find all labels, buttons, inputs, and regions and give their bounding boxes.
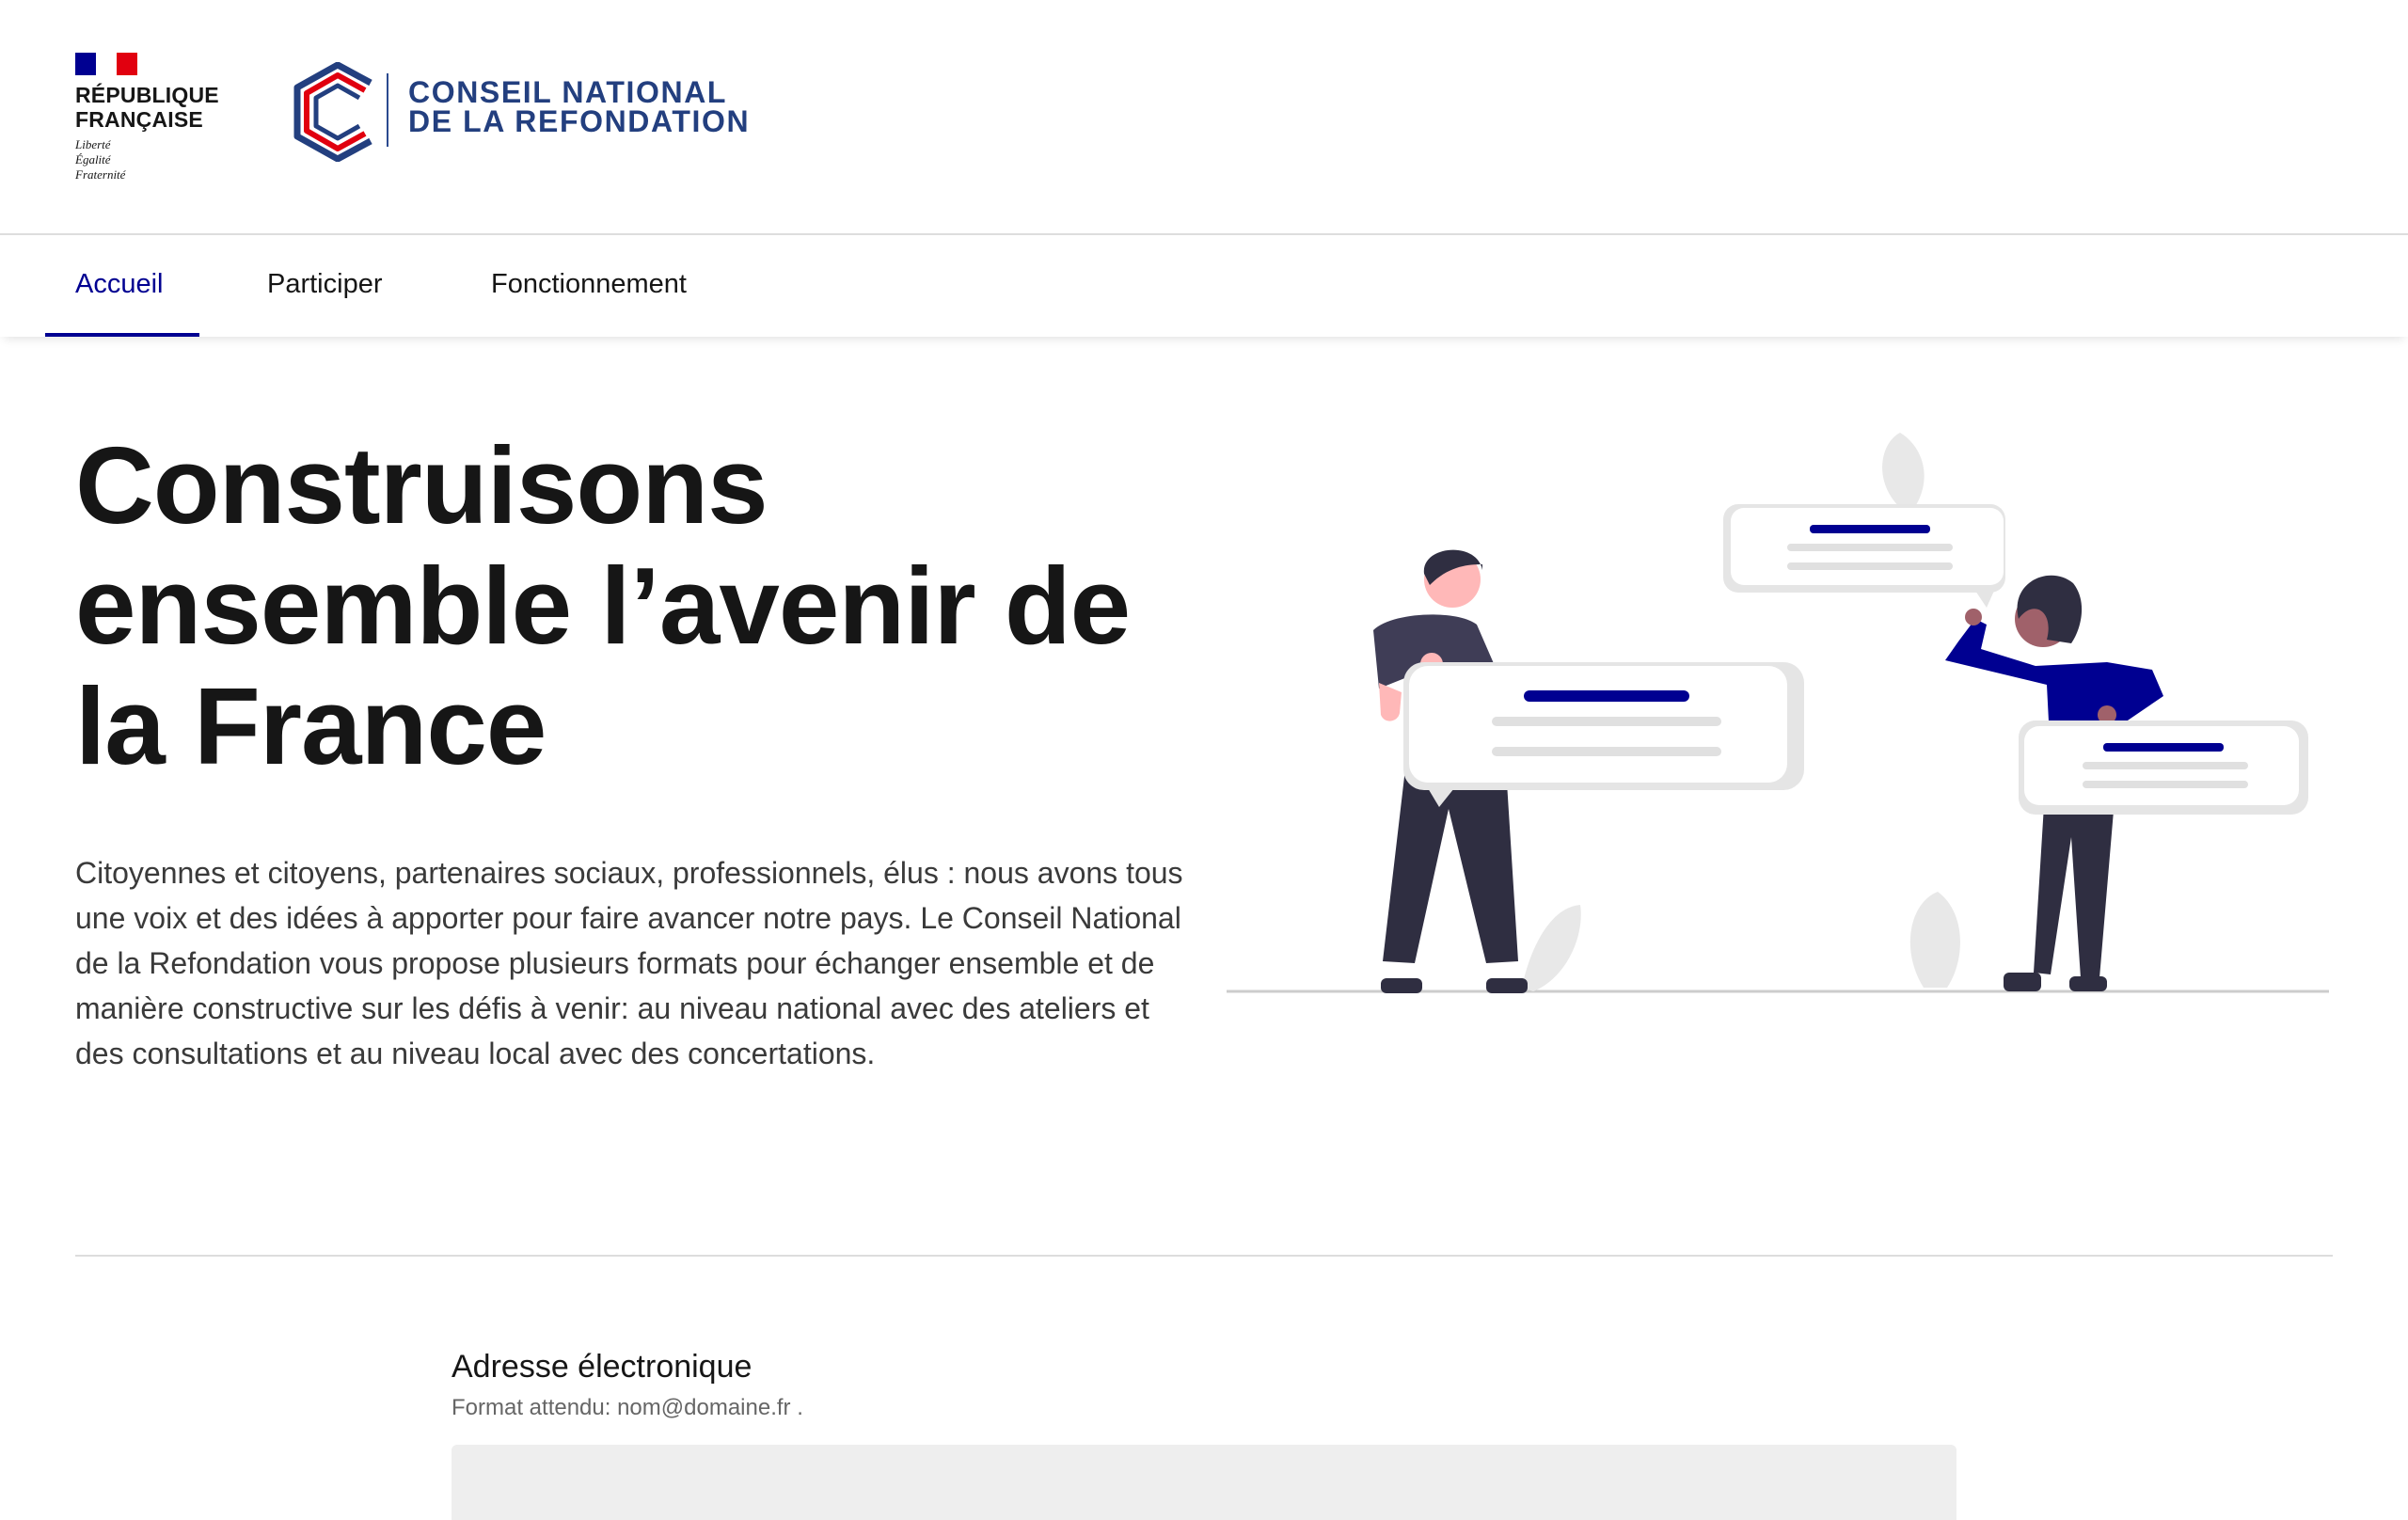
republique-line2: FRANÇAISE	[75, 107, 203, 132]
speech-bubble-right-icon	[2019, 720, 2308, 815]
republique-line1: RÉPUBLIQUE	[75, 83, 219, 107]
nav-item-fonctionnement[interactable]: Fonctionnement	[491, 235, 687, 337]
email-input[interactable]	[452, 1445, 1956, 1520]
republique-motto: Liberté Égalité Fraternité	[75, 137, 235, 182]
brand-name[interactable]: CONSEIL NATIONAL DE LA REFONDATION	[408, 75, 751, 138]
site-header: RÉPUBLIQUE FRANÇAISE Liberté Égalité Fra…	[0, 0, 2408, 235]
motto-liberte: Liberté	[75, 137, 111, 151]
republique-francaise-logo[interactable]: RÉPUBLIQUE FRANÇAISE Liberté Égalité Fra…	[75, 53, 235, 182]
cnr-hexagon-logo-icon[interactable]	[290, 62, 386, 162]
nav-item-participer[interactable]: Participer	[267, 235, 383, 337]
motto-egalite: Égalité	[75, 152, 111, 166]
brand-divider	[387, 73, 388, 147]
brand-line2: DE LA REFONDATION	[408, 104, 751, 138]
speech-bubble-top-icon	[1723, 504, 2005, 608]
email-label: Adresse électronique	[452, 1349, 752, 1385]
nav-active-indicator	[45, 333, 199, 337]
discussion-illustration	[1227, 433, 2329, 993]
speech-bubble-left-icon	[1403, 662, 1804, 807]
french-flag-icon	[75, 53, 137, 75]
hero-description: Citoyennes et citoyens, partenaires soci…	[75, 856, 1183, 1070]
email-hint: Format attendu: nom@domaine.fr .	[452, 1395, 803, 1420]
main-navigation: Accueil Participer Fonctionnement	[0, 235, 2408, 337]
section-divider	[75, 1255, 2333, 1257]
nav-item-accueil[interactable]: Accueil	[75, 235, 164, 337]
page-title: Construisons ensemble l’avenir de la Fra…	[75, 424, 1131, 787]
brand-line1: CONSEIL NATIONAL	[408, 75, 728, 109]
motto-fraternite: Fraternité	[75, 167, 126, 182]
republique-francaise-name: RÉPUBLIQUE FRANÇAISE	[75, 83, 235, 132]
